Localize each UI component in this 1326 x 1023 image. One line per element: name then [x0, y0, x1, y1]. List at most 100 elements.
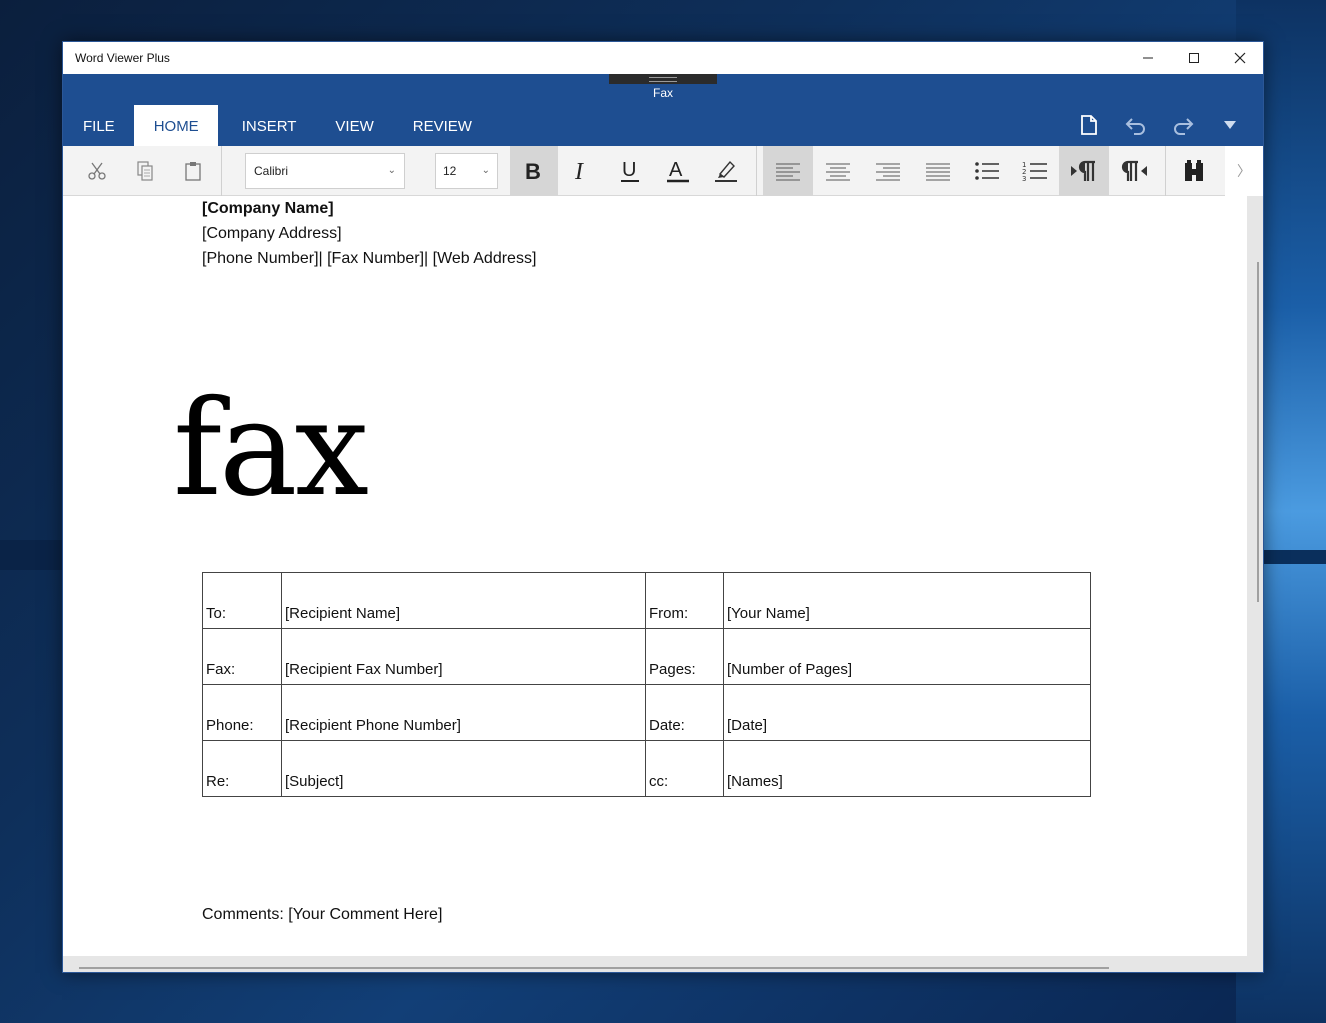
paste-icon	[185, 161, 201, 181]
maximize-icon	[1189, 53, 1199, 63]
chevron-down-icon: ⌄	[481, 165, 490, 176]
chevron-right-icon: 〉	[1237, 164, 1251, 180]
font-color-button[interactable]: A	[654, 146, 702, 196]
tab-file[interactable]: FILE	[63, 105, 134, 146]
fax-heading: fax	[173, 372, 369, 526]
table-row: To: [Recipient Name] From: [Your Name]	[202, 572, 1091, 629]
table-cell-value: [Recipient Name]	[281, 572, 646, 629]
font-size-value: 12	[443, 163, 457, 178]
font-size-select[interactable]: 12 ⌄	[435, 152, 498, 189]
window-controls	[1125, 42, 1263, 74]
bullets-icon	[975, 161, 999, 180]
table-cell-value: [Your Name]	[723, 572, 1091, 629]
minimize-button[interactable]	[1125, 42, 1171, 74]
ltr-paragraph-icon	[1071, 160, 1095, 181]
copy-button[interactable]	[121, 146, 169, 196]
document-name: Fax	[652, 86, 673, 100]
contact-line: [Phone Number]| [Fax Number]| [Web Addre…	[202, 250, 537, 267]
highlight-button[interactable]	[702, 146, 750, 196]
svg-text:B: B	[525, 159, 541, 183]
redo-icon	[1173, 118, 1193, 135]
close-icon	[1234, 52, 1246, 64]
cut-icon	[88, 162, 106, 180]
table-row: Phone: [Recipient Phone Number] Date: [D…	[202, 684, 1091, 741]
toolbar-separator	[756, 145, 757, 196]
paste-button[interactable]	[169, 146, 217, 196]
numbering-button[interactable]: 123	[1011, 146, 1059, 196]
minimize-icon	[1143, 57, 1153, 59]
new-document-button[interactable]	[1065, 110, 1112, 140]
redo-button[interactable]	[1159, 110, 1206, 140]
document-drag-handle[interactable]	[609, 74, 717, 84]
table-cell-value: [Recipient Fax Number]	[281, 628, 646, 685]
align-center-icon	[826, 163, 850, 180]
undo-icon	[1125, 118, 1145, 135]
table-cell-label: Phone:	[202, 684, 282, 741]
font-color-icon: A	[667, 159, 689, 182]
italic-icon: I	[574, 159, 584, 183]
align-left-icon	[776, 163, 800, 180]
svg-text:A: A	[669, 159, 683, 181]
desktop-background-band-left	[0, 540, 63, 570]
fax-details-table: To: [Recipient Name] From: [Your Name] F…	[202, 572, 1091, 797]
underline-button[interactable]: U	[606, 146, 654, 196]
rtl-paragraph-button[interactable]	[1109, 146, 1159, 196]
table-cell-label: cc:	[645, 740, 724, 797]
font-name-value: Calibri	[254, 163, 289, 178]
font-name-select[interactable]: Calibri ⌄	[245, 152, 405, 189]
highlight-icon	[715, 160, 737, 182]
home-toolbar: Calibri ⌄ 12 ⌄ B I U A 1 2 3 〉	[63, 145, 1263, 196]
bullets-button[interactable]	[963, 146, 1011, 196]
justify-icon	[926, 163, 950, 180]
ltr-paragraph-button[interactable]	[1059, 145, 1109, 196]
tab-home[interactable]: HOME	[133, 105, 218, 146]
title-bar[interactable]: Word Viewer Plus	[63, 42, 1263, 74]
find-icon	[1185, 159, 1203, 181]
bold-icon: B	[525, 159, 541, 183]
table-cell-label: Re:	[202, 740, 282, 797]
align-right-button[interactable]	[863, 146, 913, 196]
horizontal-scrollbar[interactable]	[63, 956, 1263, 972]
more-dropdown-button[interactable]	[1206, 110, 1253, 140]
find-button[interactable]	[1170, 146, 1218, 196]
table-row: Re: [Subject] cc: [Names]	[202, 740, 1091, 797]
more-dropdown-icon	[1223, 121, 1236, 129]
app-window: Word Viewer Plus Fax FILE HOME INSERT VI…	[62, 41, 1264, 973]
underline-icon: U	[621, 159, 639, 182]
bold-button[interactable]: B	[510, 145, 558, 196]
justify-button[interactable]	[913, 146, 963, 196]
svg-text:I: I	[574, 159, 584, 183]
align-left-button[interactable]	[763, 145, 813, 196]
tab-insert[interactable]: INSERT	[222, 105, 316, 146]
table-cell-label: To:	[202, 572, 282, 629]
table-cell-label: Pages:	[645, 628, 724, 685]
comments-line: Comments: [Your Comment Here]	[202, 906, 442, 924]
align-center-button[interactable]	[813, 146, 863, 196]
svg-text:U: U	[622, 159, 636, 181]
numbering-icon: 123	[1022, 161, 1047, 182]
company-address: [Company Address]	[202, 225, 342, 242]
vertical-scrollbar[interactable]	[1247, 196, 1263, 958]
ribbon-tabs: FILE HOME INSERT VIEW REVIEW	[63, 105, 491, 146]
svg-text:3: 3	[1022, 175, 1026, 182]
table-cell-value: [Names]	[723, 740, 1091, 797]
toolbar-scroll-right-button[interactable]: 〉	[1225, 146, 1263, 196]
vertical-scrollbar-thumb[interactable]	[1257, 262, 1259, 602]
close-button[interactable]	[1217, 42, 1263, 74]
horizontal-scrollbar-thumb[interactable]	[79, 967, 1109, 969]
align-right-icon	[876, 163, 900, 180]
tab-view[interactable]: VIEW	[315, 105, 392, 146]
tab-review[interactable]: REVIEW	[393, 105, 491, 146]
table-cell-label: Fax:	[202, 628, 282, 685]
ribbon-header: Fax FILE HOME INSERT VIEW REVIEW	[63, 74, 1263, 146]
table-cell-value: [Recipient Phone Number]	[281, 684, 646, 741]
chevron-down-icon: ⌄	[387, 165, 396, 176]
comments-value: [Your Comment Here]	[288, 906, 443, 923]
undo-button[interactable]	[1112, 110, 1159, 140]
cut-button[interactable]	[73, 146, 121, 196]
document-canvas[interactable]: [Company Name] [Company Address] [Phone …	[63, 196, 1247, 958]
maximize-button[interactable]	[1171, 42, 1217, 74]
toolbar-separator	[221, 145, 222, 196]
table-cell-value: [Date]	[723, 684, 1091, 741]
italic-button[interactable]: I	[558, 146, 606, 196]
